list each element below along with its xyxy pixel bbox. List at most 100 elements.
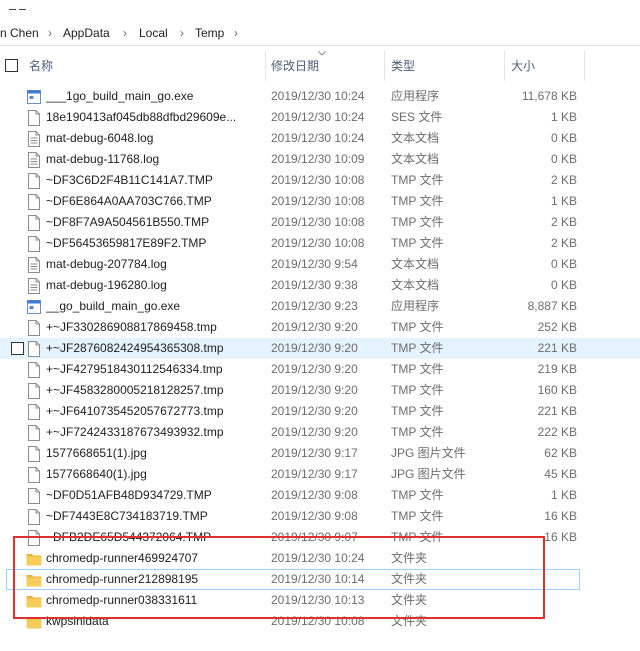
file-row[interactable]: +~JF2876082424954365308.tmp 2019/12/30 9:… [0,338,640,359]
file-type: 应用程序 [391,299,440,313]
file-row[interactable]: mat-debug-207784.log 2019/12/30 9:54 文本文档 0… [0,254,640,275]
text-file-icon [27,131,41,147]
file-size: 2 KB [550,173,577,187]
file-row[interactable]: ~DF3C6D2F4B11C141A7.TMP 2019/12/30 10:08 T… [0,170,640,191]
column-divider[interactable] [265,51,266,81]
folder-icon [26,614,42,630]
file-type: JPG 图片文件 [391,467,466,481]
file-size [497,611,577,632]
file-size: 45 KB [544,467,577,481]
file-name: chromedp-runner212898195 [46,572,199,586]
select-all-checkbox[interactable] [5,59,18,72]
file-icon [27,446,41,462]
file-size: 16 KB [544,509,577,523]
file-name: mat-debug-6048.log [46,131,154,145]
file-row[interactable]: ~DF56453659817E89F2.TMP 2019/12/30 10:08 T… [0,233,640,254]
file-type: 文件夹 [391,614,428,628]
file-name: +~JF6410735452057672773.tmp [46,404,224,418]
exe-icon [27,89,41,105]
file-name: ~DF7443E8C734183719.TMP [46,509,208,523]
file-size [497,590,577,611]
file-row[interactable]: +~JF7242433187673493932.tmp 2019/12/30 9:… [0,422,640,443]
column-divider[interactable] [504,51,505,81]
breadcrumb-item-user[interactable]: n Chen [0,26,39,40]
file-size: 219 KB [537,362,577,376]
chevron-right-icon[interactable]: › [48,26,52,40]
file-type: TMP 文件 [391,320,444,334]
file-row[interactable]: +~JF4279518430112546334.tmp 2019/12/30 9:… [0,359,640,380]
file-type: TMP 文件 [391,404,444,418]
folder-icon [26,572,42,588]
file-row[interactable]: ~DF7443E8C734183719.TMP 2019/12/30 9:08 TM… [0,506,640,527]
file-size: 0 KB [550,131,577,145]
column-type[interactable]: 类型 [391,51,415,81]
file-type: 文本文档 [391,278,440,292]
file-type: TMP 文件 [391,530,444,544]
text-file-icon [27,152,41,168]
file-icon [27,173,41,189]
file-modified-date: 2019/12/30 9:17 [271,446,358,460]
file-row[interactable]: 1577668640(1).jpg 2019/12/30 9:17 JPG 图片文件… [0,464,640,485]
column-divider[interactable] [584,51,585,81]
file-icon [27,488,41,504]
file-type: TMP 文件 [391,236,444,250]
file-modified-date: 2019/12/30 9:20 [271,425,358,439]
file-type: 文本文档 [391,257,440,271]
file-size: 160 KB [537,383,577,397]
column-modified[interactable]: 修改日期 [271,51,319,81]
file-row[interactable]: chromedp-runner038331611 2019/12/30 10:13… [0,590,640,611]
file-type: TMP 文件 [391,341,444,355]
chevron-right-icon[interactable]: › [234,26,238,40]
file-type: SES 文件 [391,110,443,124]
file-name: ~DF6E864A0AA703C766.TMP [46,194,212,208]
file-row[interactable]: ~DF0D51AFB48D934729.TMP 2019/12/30 9:08 TM… [0,485,640,506]
file-row[interactable]: +~JF6410735452057672773.tmp 2019/12/30 9:… [0,401,640,422]
chevron-right-icon[interactable]: › [123,26,127,40]
chevron-right-icon[interactable]: › [180,26,184,40]
file-size: 11,678 KB [521,89,577,103]
file-name: ~DF8F7A9A504561B550.TMP [46,215,210,229]
file-row[interactable]: ___1go_build_main_go.exe 2019/12/30 10:24… [0,86,640,107]
text-file-icon [27,257,41,273]
file-row[interactable]: mat-debug-6048.log 2019/12/30 10:24 文本文档 0 … [0,128,640,149]
breadcrumb-item-local[interactable]: Local [139,26,168,40]
breadcrumb-item-temp[interactable]: Temp [195,26,224,40]
file-row[interactable]: ~DF8F7A9A504561B550.TMP 2019/12/30 10:08 T… [0,212,640,233]
file-row[interactable]: kwpsinidata 2019/12/30 10:08 文件夹 [0,611,640,632]
breadcrumb-item-appdata[interactable]: AppData [63,26,110,40]
file-type: 文本文档 [391,152,440,166]
file-modified-date: 2019/12/30 9:20 [271,341,358,355]
file-modified-date: 2019/12/30 9:20 [271,383,358,397]
file-row[interactable]: mat-debug-11768.log 2019/12/30 10:09 文本文档 0… [0,149,640,170]
file-row[interactable]: ~DFB2DE65D544372064.TMP 2019/12/30 9:07 TM… [0,527,640,548]
file-row[interactable]: chromedp-runner469924707 2019/12/30 10:24… [0,548,640,569]
file-row[interactable]: 18e190413af045db88dfbd29609e... 2019/12/3… [0,107,640,128]
file-modified-date: 2019/12/30 9:17 [271,467,358,481]
file-name: ~DF3C6D2F4B11C141A7.TMP [46,173,213,187]
file-name: 1577668640(1).jpg [46,467,147,481]
column-size[interactable]: 大小 [511,51,535,81]
file-row[interactable]: +~JF4583280005218128257.tmp 2019/12/30 9:… [0,380,640,401]
file-row[interactable]: 1577668651(1).jpg 2019/12/30 9:17 JPG 图片文件… [0,443,640,464]
file-size [436,569,516,590]
address-bar[interactable]: n Chen › AppData › Local › Temp › [0,22,640,46]
file-type: 文件夹 [391,572,428,586]
column-divider[interactable] [384,51,385,81]
file-row[interactable]: __go_build_main_go.exe 2019/12/30 9:23 应用程… [0,296,640,317]
file-row[interactable]: mat-debug-196280.log 2019/12/30 9:38 文本文档 0… [0,275,640,296]
file-type: TMP 文件 [391,425,444,439]
file-name: 1577668651(1).jpg [46,446,147,460]
column-name[interactable]: 名称 [29,51,53,81]
file-modified-date: 2019/12/30 10:09 [271,152,365,166]
file-icon [27,404,41,420]
file-size: 221 KB [537,404,577,418]
file-row[interactable]: ~DF6E864A0AA703C766.TMP 2019/12/30 10:08 T… [0,191,640,212]
file-size: 2 KB [550,215,577,229]
file-name: mat-debug-11768.log [46,152,160,166]
file-row[interactable]: +~JF330286908817869458.tmp 2019/12/30 9:2… [0,317,640,338]
file-icon [27,215,41,231]
file-type: 文件夹 [391,593,428,607]
file-size: 1 KB [550,488,577,502]
row-checkbox[interactable] [11,342,24,355]
file-row[interactable]: chromedp-runner212898195 2019/12/30 10:14… [6,569,580,590]
